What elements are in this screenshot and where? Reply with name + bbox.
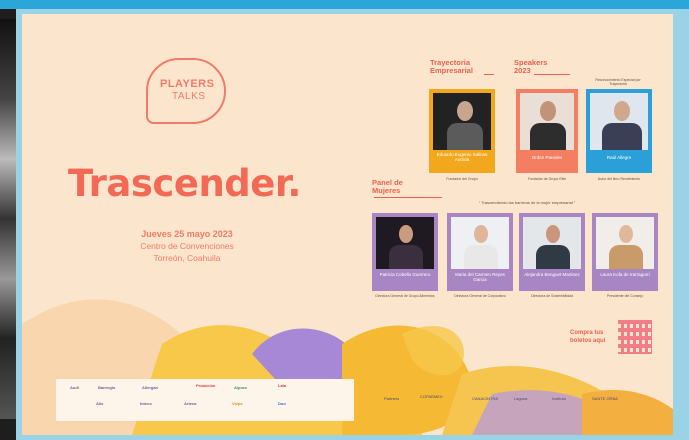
panelist-name: Maria del Carmen Reyes Garcia xyxy=(455,272,505,282)
organizer-logo: Laguna xyxy=(514,396,528,401)
sponsor-logo: Valpa xyxy=(232,401,243,406)
speaker-photo xyxy=(433,93,491,150)
panel-quote: “ Trascendiendo las barreras de la mujer… xyxy=(478,200,576,205)
speaker-card-1[interactable]: Eduardo Eugenio Salinas Antrida Fundador… xyxy=(429,89,495,181)
panelist-card-4[interactable]: Laura Kofa de Irarragorri Presidente del… xyxy=(592,213,658,298)
panelist-name: Laura Kofa de Irarragorri xyxy=(600,272,650,277)
sponsor-logo: Arteca xyxy=(184,401,197,406)
sponsor-logo: Proacción xyxy=(196,383,216,388)
organizer-logo: Instituto xyxy=(552,396,567,401)
panelist-name: Patricia Cobello Guerrero xyxy=(379,272,431,277)
sponsor-bar: Audi Banregio Allergan Proacción Alpura … xyxy=(56,379,354,421)
section-speakers: Speakers 2023 xyxy=(514,59,547,75)
ticket-cta-line2: boletos aquí xyxy=(570,338,606,344)
panelist-card-3[interactable]: Alejandra Benguet Martinez Directora de … xyxy=(519,213,585,298)
logo-line2: TALKS xyxy=(172,91,206,102)
section-panel: Panel de Mujeres xyxy=(372,179,403,195)
panelist-photo xyxy=(596,217,654,269)
ticket-cta[interactable]: Compra tus boletos aquí xyxy=(570,329,614,345)
panelist-role: Presidente del Consejo xyxy=(606,294,644,298)
qr-code[interactable] xyxy=(618,320,652,354)
sponsor-logo: Banregio xyxy=(98,385,116,390)
speaker-role: Autor del libro Rendimiento xyxy=(597,177,641,181)
organizer-logo: Partners xyxy=(384,396,400,401)
panelist-name: Alejandra Benguet Martinez xyxy=(524,272,580,277)
sponsor-logo: Allergan xyxy=(142,385,159,390)
event-details: Jueves 25 mayo 2023 Centro de Convencion… xyxy=(122,228,252,264)
section-trayectoria-line2: Empresarial xyxy=(430,66,473,75)
organizer-logo: COPARMEX xyxy=(420,394,443,399)
event-city: Torreón, Coahuila xyxy=(153,253,221,263)
sponsor-logo: Audi xyxy=(70,385,79,390)
sponsor-logo: Inteco xyxy=(140,401,152,406)
speaker-name: Raúl Allegre xyxy=(606,155,632,160)
section-rule xyxy=(374,197,442,198)
event-venue: Centro de Convenciones xyxy=(140,241,234,251)
section-rule xyxy=(534,74,570,75)
panelist-photo xyxy=(451,217,509,269)
speaker-name: Orden Paredes xyxy=(531,155,563,160)
speaker-role: Fundador del Grupo xyxy=(446,177,478,181)
event-title: Trascender. xyxy=(68,162,301,205)
panelist-card-2[interactable]: Maria del Carmen Reyes Garcia Directora … xyxy=(447,213,513,298)
logo-line1: PLAYERS xyxy=(160,78,215,90)
panelist-card-1[interactable]: Patricia Cobello Guerrero Directora Gene… xyxy=(372,213,438,298)
speaker-photo xyxy=(520,93,574,150)
left-photo xyxy=(0,19,16,419)
sponsor-logo: Lala xyxy=(278,383,287,388)
sponsor-logo: Alpura xyxy=(234,385,247,390)
speaker-role: Fundador de Grupo Elite xyxy=(527,177,567,181)
sponsor-logo: Alis xyxy=(96,401,104,406)
organizer-logo: CANACINTRA xyxy=(472,396,499,401)
panelist-photo xyxy=(523,217,581,269)
left-image-strip xyxy=(0,9,16,440)
event-date: Jueves 25 mayo 2023 xyxy=(141,229,233,239)
panelist-photo xyxy=(376,217,434,269)
sponsor-logo: Duo xyxy=(278,401,286,406)
organizer-logo: SANTE ORBA xyxy=(592,396,618,401)
special-recognition-note: Reconocimiento Especial por Trayectoria xyxy=(595,78,641,86)
panelist-role: Directora de Sostenibilidad xyxy=(531,294,573,298)
section-rule xyxy=(484,74,494,75)
speaker-name: Eduardo Eugenio Salinas Antrida xyxy=(436,152,488,162)
panelist-role: Directora General de Corporativo xyxy=(454,294,506,298)
ticket-cta-line1: Compra tus xyxy=(570,330,604,336)
section-panel-line2: Mujeres xyxy=(372,186,401,195)
section-trayectoria: Trayectoria Empresarial xyxy=(430,59,473,75)
panelist-role: Directora General de Grupo Alimentos xyxy=(375,294,435,298)
speaker-photo xyxy=(590,93,648,150)
top-bar xyxy=(0,0,689,9)
speaker-card-3[interactable]: Raúl Allegre Autor del libro Rendimiento xyxy=(586,89,652,181)
speaker-card-2[interactable]: Orden Paredes Fundador de Grupo Elite xyxy=(516,89,578,181)
event-poster[interactable]: PLAYERS TALKS Trascender. Jueves 25 mayo… xyxy=(22,14,673,435)
